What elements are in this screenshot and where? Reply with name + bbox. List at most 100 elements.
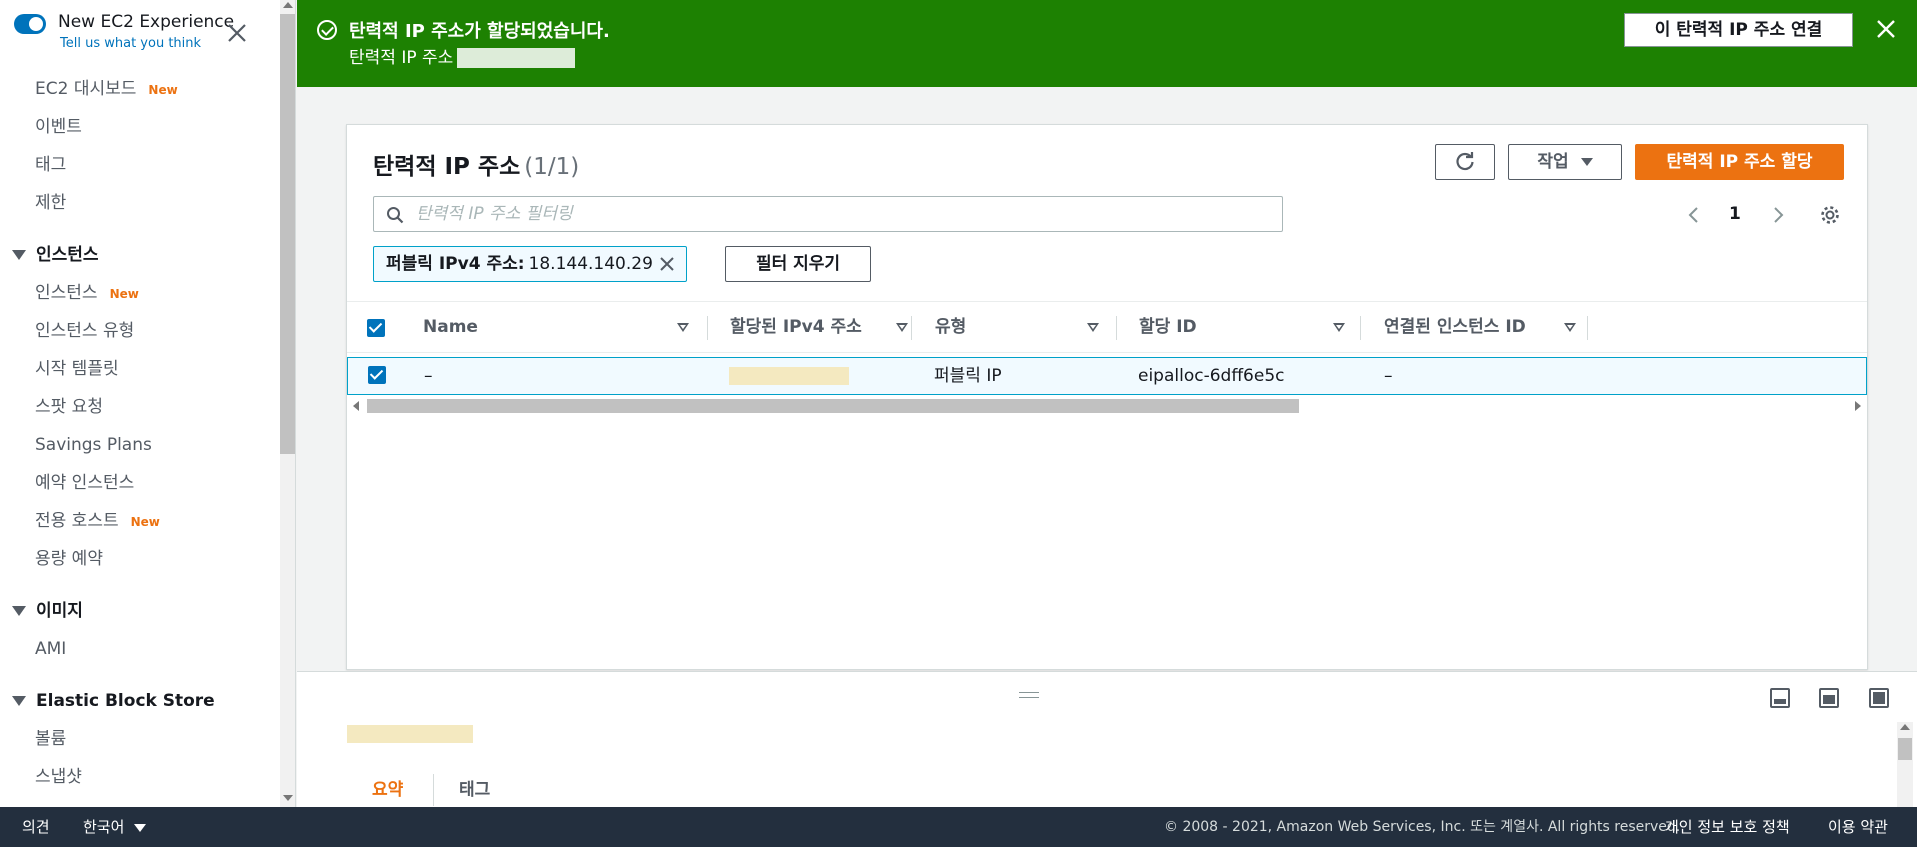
sidebar-header: New EC2 Experience Tell us what you thin… [0,0,295,62]
tab-tags[interactable]: 태그 [459,772,490,808]
pane-full-icon[interactable] [1869,688,1889,708]
column-label: Name [423,317,478,337]
redacted-ip [457,48,576,68]
sidebar-item-dedicated-hosts[interactable]: 전용 호스트 New [0,502,280,540]
sidebar-item-capacity-reservations[interactable]: 용량 예약 [0,540,280,578]
feedback-link[interactable]: Tell us what you think [60,36,201,51]
sidebar-scroll-thumb[interactable] [280,14,295,454]
sidebar-item-snapshots[interactable]: 스냅샷 [0,758,280,796]
refresh-button[interactable] [1435,144,1495,180]
filter-token: 퍼블릭 IPv4 주소: 18.144.140.29 [373,246,687,282]
new-badge: New [148,83,178,97]
new-badge: New [109,287,139,301]
sidebar-item-reserved-instances[interactable]: 예약 인스턴스 [0,464,280,502]
sidebar-item-spot-requests[interactable]: 스팟 요청 [0,388,280,426]
sort-icon [1087,323,1099,332]
allocate-eip-button[interactable]: 탄력적 IP 주소 할당 [1635,144,1844,180]
section-title: 인스턴스 [36,245,99,265]
sidebar-item-limits[interactable]: 제한 [0,184,280,222]
close-icon[interactable] [226,22,248,44]
page-title-text: 탄력적 IP 주소 [373,154,521,180]
details-scrollbar[interactable] [1897,722,1913,808]
search-input[interactable] [416,199,1266,229]
terms-link[interactable]: 이용 약관 [1828,807,1888,847]
column-label: 유형 [935,317,967,337]
sidebar-item-label: 이벤트 [35,117,82,137]
actions-dropdown[interactable]: 작업 [1508,144,1622,180]
caret-down-icon [1580,158,1593,166]
cell-ipv4[interactable] [729,358,849,394]
sidebar-item-ec2-dashboard[interactable]: EC2 대시보드 New [0,70,280,108]
table-horizontal-scrollbar[interactable] [349,397,1865,415]
search-box[interactable] [373,196,1283,232]
scroll-thumb[interactable] [367,399,1299,413]
sidebar-item-ami[interactable]: AMI [0,630,280,668]
associate-eip-button[interactable]: 이 탄력적 IP 주소 연결 [1624,13,1853,47]
sidebar-item-instance-types[interactable]: 인스턴스 유형 [0,312,280,350]
pane-bottom-icon[interactable] [1770,688,1790,708]
cell-instance-id: – [1384,366,1393,386]
column-label: 할당된 IPv4 주소 [730,317,862,337]
close-icon[interactable] [1875,18,1897,40]
column-header-name[interactable]: Name [423,302,693,354]
caret-down-icon [12,606,26,616]
filter-token-key: 퍼블릭 IPv4 주소: [386,254,525,274]
column-header-allocation-id[interactable]: 할당 ID [1139,302,1349,354]
new-experience-toggle[interactable] [14,14,46,34]
scroll-up-icon[interactable] [283,2,293,8]
sort-icon [1564,323,1576,332]
scroll-down-icon[interactable] [283,795,293,801]
column-header-type[interactable]: 유형 [935,302,1115,354]
sidebar-item-tags[interactable]: 태그 [0,146,280,184]
caret-down-icon [12,250,26,260]
sidebar-item-events[interactable]: 이벤트 [0,108,280,146]
gear-icon[interactable] [1819,204,1841,226]
chevron-left-icon[interactable] [1687,206,1701,224]
sort-icon [1333,323,1345,332]
sidebar-item-savings-plans[interactable]: Savings Plans [0,426,280,464]
column-label: 할당 ID [1139,317,1197,337]
scroll-thumb[interactable] [1898,738,1912,760]
new-badge: New [130,515,160,529]
cell-name: – [424,366,433,386]
sidebar-item-launch-templates[interactable]: 시작 템플릿 [0,350,280,388]
tab-summary[interactable]: 요약 [372,772,403,808]
page-title: 탄력적 IP 주소 (1/1) [373,147,579,181]
sidebar-item-label: AMI [35,639,67,659]
select-all-checkbox[interactable] [367,319,385,337]
pane-half-icon[interactable] [1819,688,1839,708]
privacy-link[interactable]: 개인 정보 보호 정책 [1665,807,1790,847]
elastic-ip-panel: 탄력적 IP 주소(1/1) 작업 탄력적 IP 주소 할당 1 퍼블릭 IPv… [346,124,1868,670]
pagination: 1 [1687,202,1797,228]
sidebar-item-label: 인스턴스 유형 [35,321,135,341]
sidebar-item-label: EC2 대시보드 [35,79,137,99]
sidebar-item-volumes[interactable]: 볼륨 [0,720,280,758]
sidebar-section-ebs[interactable]: Elastic Block Store [0,682,280,720]
row-checkbox[interactable] [368,366,386,384]
sidebar-section-instances[interactable]: 인스턴스 [0,236,280,274]
page-number[interactable]: 1 [1729,204,1741,224]
section-title: Elastic Block Store [36,691,215,711]
sidebar-section-images[interactable]: 이미지 [0,592,280,630]
success-check-icon [317,20,337,40]
filter-token-value: 18.144.140.29 [528,254,653,274]
sort-icon [677,323,689,332]
clear-filters-button[interactable]: 필터 지우기 [725,246,871,282]
scroll-left-icon[interactable] [353,401,359,411]
banner-title: 탄력적 IP 주소가 할당되었습니다. [349,21,610,42]
language-selector[interactable]: 한국어 [83,807,147,847]
close-icon[interactable] [659,256,675,272]
feedback-link[interactable]: 의견 [22,807,50,847]
sidebar-item-instances[interactable]: 인스턴스 New [0,274,280,312]
column-header-ipv4[interactable]: 할당된 IPv4 주소 [730,302,910,354]
chevron-right-icon[interactable] [1771,206,1785,224]
table-row[interactable]: – 퍼블릭 IP eipalloc-6dff6e5c – [347,357,1867,395]
resize-handle[interactable] [1019,692,1039,698]
scroll-up-icon[interactable] [1900,724,1910,730]
sidebar-item-label: 전용 호스트 [35,511,119,531]
column-header-instance-id[interactable]: 연결된 인스턴스 ID [1384,302,1584,354]
scroll-right-icon[interactable] [1855,401,1861,411]
cell-allocation-id[interactable]: eipalloc-6dff6e5c [1138,358,1284,394]
banner-subtitle: 탄력적 IP 주소 [349,43,576,68]
sidebar-item-label: 시작 템플릿 [35,359,119,379]
